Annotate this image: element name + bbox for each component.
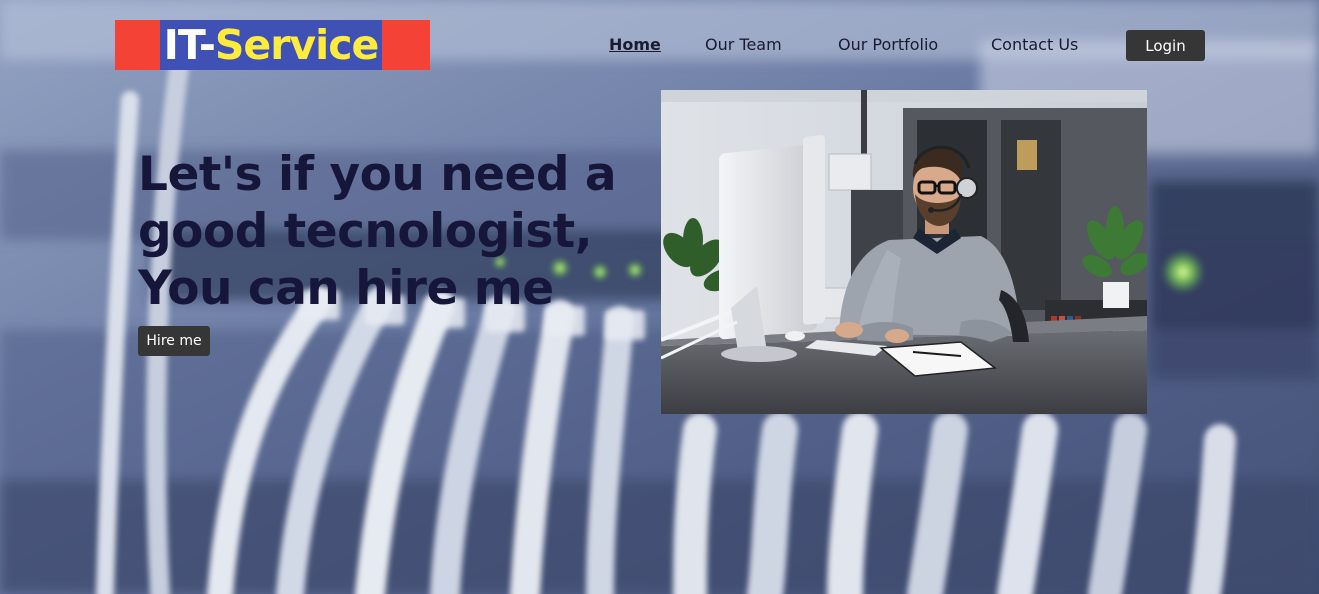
logo-text-it: IT- (163, 20, 216, 69)
logo-wordmark: IT- Service (160, 20, 382, 70)
hero-heading-line-3: You can hire me (138, 261, 554, 316)
nav-link-our-team[interactable]: Our Team (705, 35, 782, 54)
logo[interactable]: IT- Service (115, 20, 430, 70)
hero-heading-line-2: good tecnologist, (138, 204, 593, 259)
nav-link-our-portfolio[interactable]: Our Portfolio (838, 35, 938, 54)
login-button[interactable]: Login (1126, 30, 1205, 61)
nav-link-contact-us[interactable]: Contact Us (991, 35, 1078, 54)
hero-heading: Let's if you need a good tecnologist, Yo… (138, 146, 658, 317)
logo-text-service: Service (214, 20, 379, 69)
hire-me-button[interactable]: Hire me (138, 326, 210, 356)
hero-heading-line-1: Let's if you need a (138, 147, 617, 202)
nav-link-home[interactable]: Home (609, 35, 661, 54)
hero-photo-it-technician (661, 90, 1147, 414)
